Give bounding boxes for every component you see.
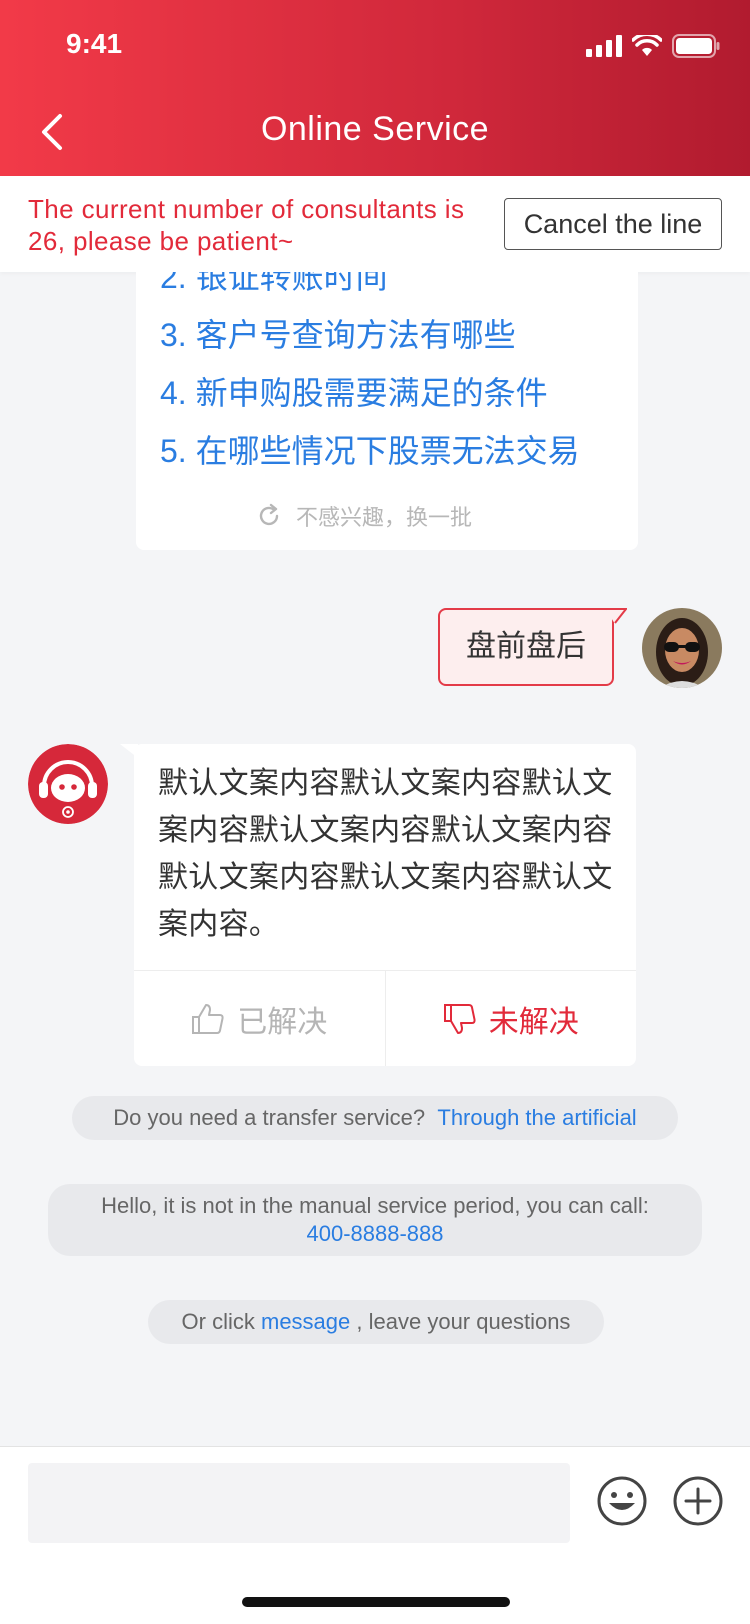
faq-item[interactable]: 3. 客户号查询方法有哪些 (160, 310, 516, 356)
resolved-button[interactable]: 已解决 (134, 971, 385, 1066)
refresh-icon (259, 503, 279, 526)
emoji-icon[interactable] (596, 1475, 648, 1527)
message-suffix: , leave your questions (356, 1309, 571, 1334)
status-time: 9:41 (66, 28, 123, 59)
phone-link[interactable]: 400-8888-888 (48, 1220, 702, 1248)
transfer-link[interactable]: Through the artificial (437, 1105, 636, 1130)
thumbs-down-icon (443, 1003, 476, 1034)
manual-service-notice: Hello, it is not in the manual service p… (48, 1184, 702, 1256)
transfer-prompt: Do you need a transfer service? (113, 1105, 426, 1130)
header: 9:41 Online Service (0, 0, 750, 176)
transfer-service-notice: Do you need a transfer service? Through … (72, 1096, 678, 1140)
queue-bar: The current number of consultants is 26,… (0, 176, 750, 272)
bubble-tail (605, 608, 627, 624)
bot-message-text: 默认文案内容默认文案内容默认文案内容默认文案内容默认文案内容默认文案内容默认文案… (158, 767, 613, 941)
thumbs-up-icon (192, 1003, 224, 1034)
message-link[interactable]: message (261, 1309, 350, 1334)
user-avatar-image (642, 608, 722, 688)
unresolved-button[interactable]: 未解决 (384, 971, 637, 1066)
refresh-button[interactable]: 不感兴趣，换一批 (256, 500, 472, 532)
feedback-actions: 已解决 未解决 (134, 970, 636, 1066)
input-bar (0, 1446, 750, 1624)
manual-service-text: Hello, it is not in the manual service p… (101, 1193, 649, 1218)
wifi-icon (632, 35, 662, 56)
robot-icon (28, 744, 108, 824)
bot-message-bubble: 默认文案内容默认文案内容默认文案内容默认文案内容默认文案内容默认文案内容默认文案… (134, 744, 636, 1066)
chat-area[interactable]: 2. 银证转账时间 3. 客户号查询方法有哪些 4. 新申购股需要满足的条件 5… (0, 272, 750, 1446)
add-icon[interactable] (672, 1475, 724, 1527)
bot-avatar (28, 744, 108, 824)
unresolved-label: 未解决 (488, 1005, 579, 1039)
message-input[interactable] (28, 1463, 570, 1543)
user-avatar[interactable] (642, 608, 722, 688)
resolved-label: 已解决 (237, 1005, 328, 1039)
battery-icon (672, 34, 720, 58)
queue-status-text: The current number of consultants is 26,… (28, 194, 465, 256)
faq-item[interactable]: 2. 银证转账时间 (160, 272, 388, 298)
user-message-bubble: 盘前盘后 (438, 608, 614, 686)
refresh-label: 不感兴趣，换一批 (296, 505, 473, 530)
faq-item[interactable]: 5. 在哪些情况下股票无法交易 (160, 426, 580, 472)
faq-card: 2. 银证转账时间 3. 客户号查询方法有哪些 4. 新申购股需要满足的条件 5… (136, 272, 638, 550)
signal-icon (586, 35, 622, 57)
faq-item[interactable]: 4. 新申购股需要满足的条件 (160, 368, 548, 414)
status-icons (586, 34, 720, 58)
home-indicator (242, 1597, 510, 1607)
message-prefix: Or click (181, 1309, 255, 1334)
cancel-line-button[interactable]: Cancel the line (504, 198, 722, 250)
page-title: Online Service (260, 110, 490, 148)
leave-message-notice: Or click message , leave your questions (148, 1300, 604, 1344)
